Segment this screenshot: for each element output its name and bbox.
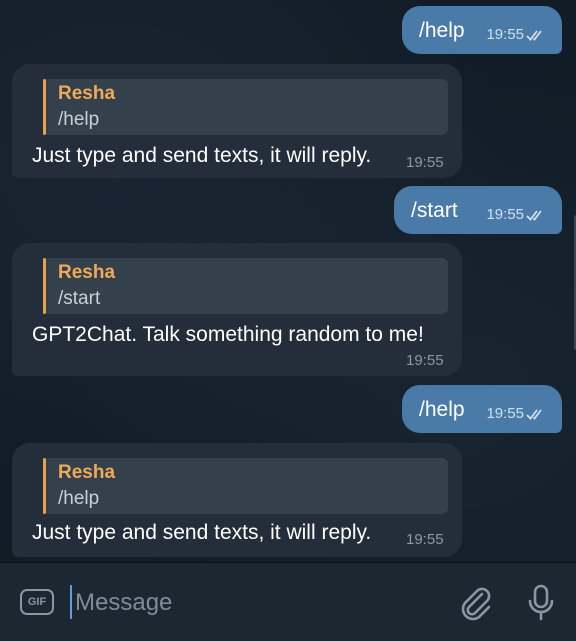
- message-time: 19:55: [406, 154, 444, 171]
- message-text: /help: [419, 398, 465, 421]
- reply-sender-name: Resha: [58, 83, 116, 104]
- reply-sender-name: Resha: [58, 462, 116, 483]
- paperclip-icon[interactable]: [458, 585, 492, 621]
- message-meta: 19:55: [486, 26, 548, 43]
- microphone-icon[interactable]: [526, 584, 556, 622]
- reply-accent-bar: [43, 79, 46, 135]
- chat-area[interactable]: /help 19:55 Resha /help Just type and se…: [0, 0, 576, 562]
- double-check-icon: [526, 29, 542, 41]
- gif-icon[interactable]: GIF: [20, 589, 54, 615]
- text-caret: [70, 585, 72, 619]
- double-check-icon: [526, 408, 542, 420]
- message-time: 19:55: [486, 26, 524, 43]
- reply-quote[interactable]: Resha /help: [43, 79, 448, 135]
- reply-quote[interactable]: Resha /start: [43, 258, 448, 314]
- message-meta: 19:55: [486, 405, 548, 422]
- message-text: Just type and send texts, it will reply.: [32, 521, 372, 544]
- reply-quoted-text: /start: [58, 288, 101, 309]
- message-input[interactable]: [75, 583, 435, 623]
- message-composer: GIF: [0, 562, 576, 641]
- message-text: /help: [419, 19, 465, 42]
- reply-sender-name: Resha: [58, 262, 116, 283]
- reply-quoted-text: /help: [58, 109, 100, 130]
- incoming-message[interactable]: Resha /help Just type and send texts, it…: [12, 64, 462, 178]
- message-time: 19:55: [406, 531, 444, 548]
- message-text: GPT2Chat. Talk something random to me!: [32, 323, 424, 346]
- outgoing-message[interactable]: /help 19:55: [402, 385, 562, 433]
- reply-accent-bar: [43, 458, 46, 514]
- outgoing-message[interactable]: /help 19:55: [402, 6, 562, 54]
- incoming-message[interactable]: Resha /start GPT2Chat. Talk something ra…: [12, 243, 462, 376]
- reply-quote[interactable]: Resha /help: [43, 458, 448, 514]
- incoming-message[interactable]: Resha /help Just type and send texts, it…: [12, 443, 462, 557]
- double-check-icon: [526, 209, 542, 221]
- outgoing-message[interactable]: /start 19:55: [394, 186, 562, 234]
- reply-accent-bar: [43, 258, 46, 314]
- message-text: Just type and send texts, it will reply.: [32, 144, 372, 167]
- message-time: 19:55: [486, 405, 524, 422]
- message-time: 19:55: [406, 352, 444, 369]
- message-meta: 19:55: [486, 206, 548, 223]
- scroll-indicator[interactable]: [571, 215, 576, 350]
- message-time: 19:55: [486, 206, 524, 223]
- reply-quoted-text: /help: [58, 488, 100, 509]
- message-text: /start: [411, 199, 458, 222]
